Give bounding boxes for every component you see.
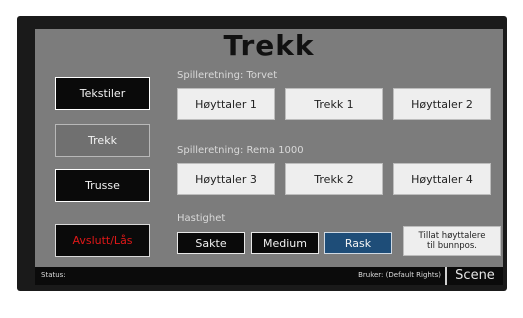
speaker-2-button[interactable]: Høyttaler 2 [393,88,491,120]
scene-button[interactable]: Scene [445,267,503,285]
speed-medium-button[interactable]: Medium [251,232,319,254]
status-bar: Status: Bruker: (Default Rights) Scene [35,267,503,285]
speaker-3-button[interactable]: Høyttaler 3 [177,163,275,195]
speaker-1-button[interactable]: Høyttaler 1 [177,88,275,120]
allow-line-1: Tillat høyttalere [418,231,486,241]
section-torvet-label: Spilleretning: Torvet [177,70,278,81]
allow-speakers-bottom-button[interactable]: Tillat høyttalere til bunnpos. [403,226,501,256]
user-rights-text: Bruker: (Default Rights) [358,271,441,279]
status-label: Status: [41,271,66,279]
sidebar-item-trekk[interactable]: Trekk [55,124,150,157]
allow-line-2: til bunnpos. [426,241,478,251]
speed-fast-button[interactable]: Rask [324,232,392,254]
section-rema-label: Spilleretning: Rema 1000 [177,145,304,156]
speed-slow-button[interactable]: Sakte [177,232,245,254]
speaker-4-button[interactable]: Høyttaler 4 [393,163,491,195]
exit-lock-button[interactable]: Avslutt/Lås [55,224,150,257]
sidebar-item-tekstiler[interactable]: Tekstiler [55,77,150,110]
trekk-1-button[interactable]: Trekk 1 [285,88,383,120]
sidebar-item-trusse[interactable]: Trusse [55,169,150,202]
control-panel: Trekk Tekstiler Trekk Trusse Avslutt/Lås… [35,29,503,285]
page-title: Trekk [223,29,315,62]
trekk-2-button[interactable]: Trekk 2 [285,163,383,195]
speed-label: Hastighet [177,213,226,224]
